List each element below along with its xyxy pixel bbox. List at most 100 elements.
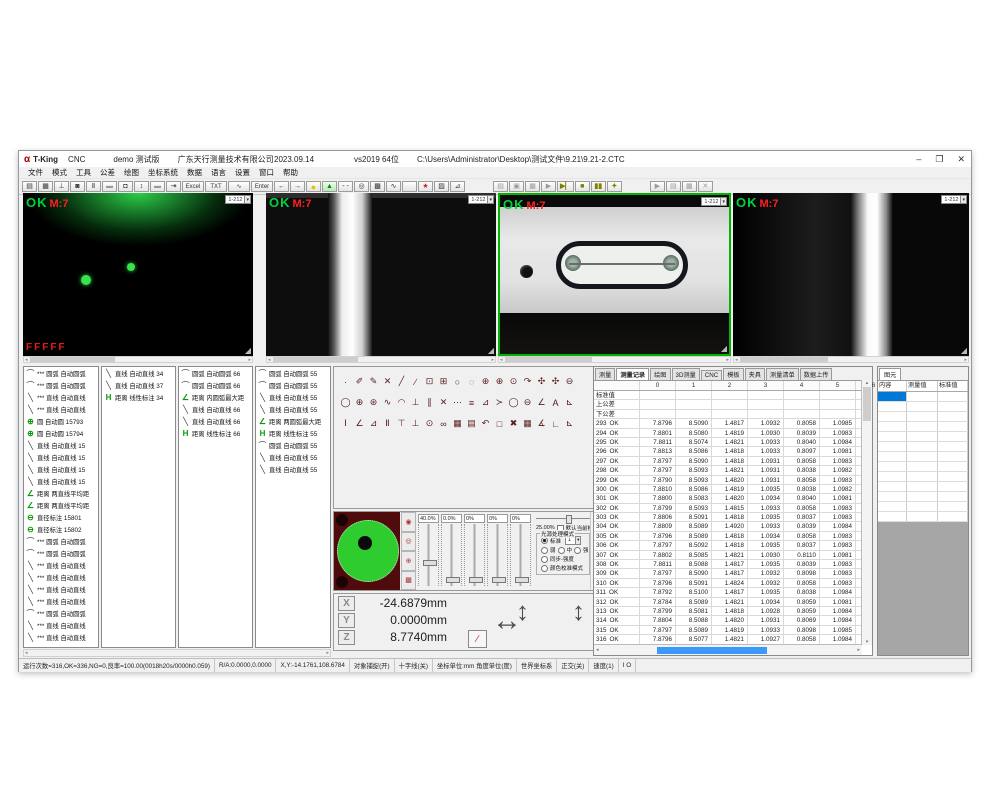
table-row[interactable]: 294OK 7.8801 8.5080 1.4819 1.0930 0.8039… [594,429,872,438]
star-button[interactable]: ★ [418,181,433,192]
cancel-button[interactable]: ✕ [698,181,713,192]
slider-thumb[interactable] [515,577,529,583]
dither-button[interactable]: ▨ [434,181,449,192]
list-item[interactable]: ╲*** 直线 自动直线 [24,595,98,607]
camera-view-4[interactable]: OKM:7 1-212▾ ◢ [733,193,969,356]
measure-tool-icon[interactable]: ◌ [466,377,477,387]
table-row[interactable]: 301OK 7.8800 8.5083 1.4820 1.0934 0.8040… [594,494,872,503]
table-row[interactable]: 311OK 7.8792 8.5100 1.4817 1.0935 0.8038… [594,588,872,597]
measure-tool-icon[interactable]: ▤ [466,418,477,429]
list-item[interactable]: ⌒圆弧 自动圆弧 66 [179,367,252,379]
list-item[interactable]: ╲*** 直线 自动直线 [24,631,98,643]
camera-zoom-select[interactable]: 1-212▾ [468,195,494,204]
light-slider[interactable]: 0% [464,514,485,586]
record-tab[interactable]: 测量清单 [766,368,799,380]
list-item[interactable]: ⌒*** 圆弧 自动圆弧 [24,547,98,559]
save2-button[interactable]: ▤ [493,181,508,192]
camera-zoom-select[interactable]: 1-212▾ [941,195,967,204]
sync-radio[interactable] [541,556,548,563]
element-row[interactable] [878,402,968,412]
list-item[interactable]: ╲*** 直线 自动直线 [24,571,98,583]
measure-tool-icon[interactable]: A [550,398,561,408]
table-row[interactable]: 306OK 7.8797 8.5092 1.4818 1.0935 0.8037… [594,541,872,550]
updown-button[interactable]: ↕ [134,181,149,192]
menu-item[interactable]: 坐标系统 [148,167,178,178]
list-item[interactable]: ∠距离 内圆弧最大距 [179,391,252,403]
list-item[interactable]: ⊕圆 自动圆 15793 [24,415,98,427]
run-button[interactable]: ▶ [650,181,665,192]
measure-tool-icon[interactable]: ✎ [368,376,379,387]
table-row[interactable]: 300OK 7.8810 8.5086 1.4819 1.0935 0.8038… [594,485,872,494]
menu-item[interactable]: 帮助 [283,167,298,178]
minus-minus-button[interactable]: - - [338,181,353,192]
disabled-button[interactable]: ▬ [102,181,117,192]
table-row[interactable]: 293OK 7.8796 8.5090 1.4817 1.0932 0.8058… [594,419,872,428]
table-row[interactable]: 305OK 7.8796 8.5089 1.4818 1.0934 0.8058… [594,532,872,541]
probe-button[interactable]: ⊥ [54,181,69,192]
color-cal-radio[interactable] [541,565,548,572]
table-row[interactable]: 314OK 7.8804 8.5088 1.4820 1.0931 0.8069… [594,616,872,625]
save3-button[interactable]: ▤ [666,181,681,192]
tolerance-row[interactable]: 上公差 [594,400,872,409]
light-mode-icon[interactable]: ◎ [401,532,416,552]
column-header[interactable]: 3 [748,381,784,390]
record-tab[interactable]: 数据上传 [800,368,833,380]
measure-tool-icon[interactable]: ⊿ [480,397,491,408]
menu-item[interactable]: 语言 [211,167,226,178]
list-item[interactable]: ╲直线 自动直线 15 [24,451,98,463]
list-item[interactable]: ╲直线 自动直线 37 [102,379,175,391]
measure-tool-icon[interactable]: ∟ [550,419,561,429]
slider-thumb[interactable] [469,577,483,583]
element-row[interactable] [878,452,968,462]
camera1-scrollbar[interactable]: ◂▸ [23,356,253,363]
camera3-scrollbar[interactable]: ◂▸ [498,356,731,363]
menu-item[interactable]: 公差 [100,167,115,178]
pause-button[interactable]: ▮▮ [591,181,606,192]
list-item[interactable]: ⊖直径标注 15801 [24,511,98,523]
master-intensity-slider[interactable] [536,515,590,523]
stop-button[interactable]: ■ [575,181,590,192]
maximize-button[interactable]: ❐ [935,154,943,165]
list-item[interactable]: ⌒*** 圆弧 自动圆弧 [24,379,98,391]
list-item[interactable]: ╲直线 自动直线 55 [256,391,330,403]
column-header[interactable]: 5 [820,381,856,390]
table-vertical-scrollbar[interactable]: ▴▾ [861,380,872,645]
wave-button[interactable]: ∿ [386,181,401,192]
list-item[interactable]: ╲*** 直线 自动直线 [24,403,98,415]
measure-tool-icon[interactable]: ∿ [382,397,393,408]
measure-tool-icon[interactable]: ⋯ [452,397,463,408]
light-slider[interactable]: 40.0% [418,514,439,586]
list-item[interactable]: ╲直线 自动直线 66 [179,415,252,427]
list-item[interactable]: ╲直线 自动直线 55 [256,403,330,415]
step-button[interactable]: ⇥ [166,181,181,192]
record-tab[interactable]: CNC [701,370,722,380]
resize-grip-icon[interactable]: ◢ [245,346,251,355]
record-tab[interactable]: 3D测量 [672,368,700,380]
lists-scrollbar[interactable]: ◂▸ [23,649,331,657]
measure-tool-icon[interactable]: ◠ [396,397,407,408]
camera-view-2[interactable]: OKM:7 1-212▾ ◢ [266,193,496,356]
camera-view-3-selected[interactable]: OKM:7 1-212▾ ◢ [498,193,731,356]
list-item[interactable]: ╲直线 自动直线 55 [256,463,330,475]
measure-tool-icon[interactable]: ↶ [480,418,491,429]
table-row[interactable]: 297OK 7.8797 8.5090 1.4818 1.0931 0.8058… [594,457,872,466]
chart-button[interactable]: ⊿ [450,181,465,192]
element-row[interactable] [878,472,968,482]
measure-tool-icon[interactable]: ∥ [424,397,435,408]
light-slider[interactable]: 0.0% [441,514,462,586]
diagonal-move-button[interactable]: ∕ [468,630,487,648]
measure-tool-icon[interactable]: ⊥ [410,418,421,429]
measure-tool-icon[interactable]: ⊞ [438,376,449,387]
measure-tool-icon[interactable]: ⊾ [564,397,575,408]
measure-tool-icon[interactable]: ✕ [382,376,393,387]
list-item[interactable]: ∠距离 两直线平均距 [24,499,98,511]
camera-zoom-select[interactable]: 1-212▾ [225,195,251,204]
measure-tool-icon[interactable]: ○ [452,377,463,387]
column-header[interactable]: 0 [640,381,676,390]
list-item[interactable]: ⌒圆弧 自动圆弧 55 [256,379,330,391]
xy-jog-arrows[interactable]: ↔↕ [492,602,564,642]
blank-button[interactable] [402,181,417,192]
menu-item[interactable]: 绘图 [124,167,139,178]
measure-tool-icon[interactable]: ▦ [522,418,533,429]
spacer[interactable] [466,181,492,192]
